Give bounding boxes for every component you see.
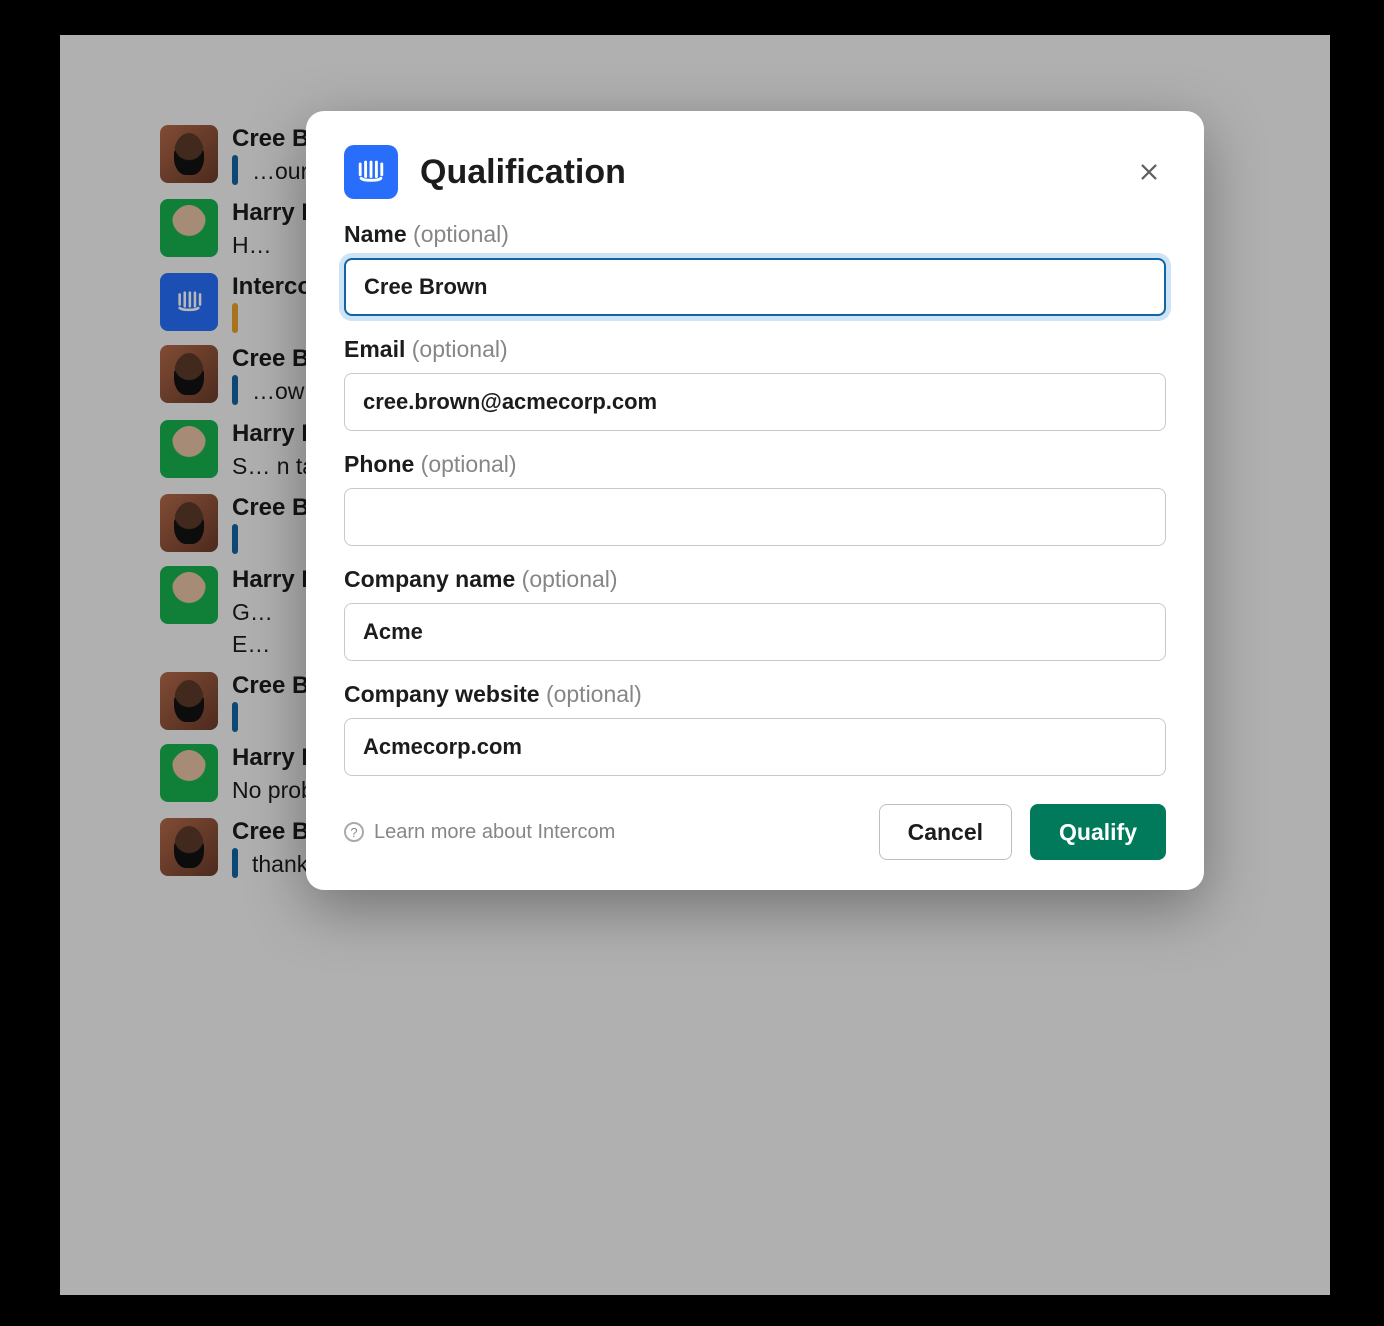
qualify-button[interactable]: Qualify: [1030, 804, 1166, 860]
field-company-label: Company name (optional): [344, 566, 1166, 593]
avatar: [160, 494, 218, 552]
message-text-content: G… E…: [232, 599, 273, 657]
message-text-content: …our: [252, 155, 308, 187]
intercom-icon: [172, 285, 206, 319]
modal-title: Qualification: [420, 153, 1110, 192]
field-phone: Phone (optional): [344, 451, 1166, 546]
name-input[interactable]: [344, 258, 1166, 316]
avatar: [160, 818, 218, 876]
company-input[interactable]: [344, 603, 1166, 661]
modal-header: Qualification: [344, 145, 1166, 199]
quote-bar: [232, 848, 238, 878]
intercom-icon: [344, 145, 398, 199]
email-input[interactable]: [344, 373, 1166, 431]
close-button[interactable]: [1132, 155, 1166, 189]
quote-bar: [232, 375, 238, 405]
quote-bar: [232, 155, 238, 185]
field-website: Company website (optional): [344, 681, 1166, 776]
field-email: Email (optional): [344, 336, 1166, 431]
phone-input[interactable]: [344, 488, 1166, 546]
modal-footer: ? Learn more about Intercom Cancel Quali…: [344, 804, 1166, 860]
learn-more-link[interactable]: ? Learn more about Intercom: [344, 821, 615, 844]
avatar: [160, 744, 218, 802]
field-company: Company name (optional): [344, 566, 1166, 661]
field-email-label: Email (optional): [344, 336, 1166, 363]
field-website-label: Company website (optional): [344, 681, 1166, 708]
field-name: Name (optional): [344, 221, 1166, 316]
avatar: [160, 672, 218, 730]
quote-bar: [232, 702, 238, 732]
avatar: [160, 199, 218, 257]
avatar: [160, 420, 218, 478]
avatar: [160, 125, 218, 183]
cancel-button[interactable]: Cancel: [879, 804, 1012, 860]
qualification-modal: Qualification Name (optional) Email (opt…: [306, 111, 1204, 890]
avatar: [160, 566, 218, 624]
website-input[interactable]: [344, 718, 1166, 776]
field-name-label: Name (optional): [344, 221, 1166, 248]
app-frame: Cree BrownAPP…ourHarry BooneH…IntercomAP…: [60, 35, 1330, 1295]
quote-bar: [232, 524, 238, 554]
help-icon: ?: [344, 822, 364, 842]
avatar: [160, 345, 218, 403]
field-phone-label: Phone (optional): [344, 451, 1166, 478]
message-text-content: H…: [232, 232, 272, 258]
avatar: [160, 273, 218, 331]
close-icon: [1138, 161, 1160, 183]
quote-bar: [232, 303, 238, 333]
